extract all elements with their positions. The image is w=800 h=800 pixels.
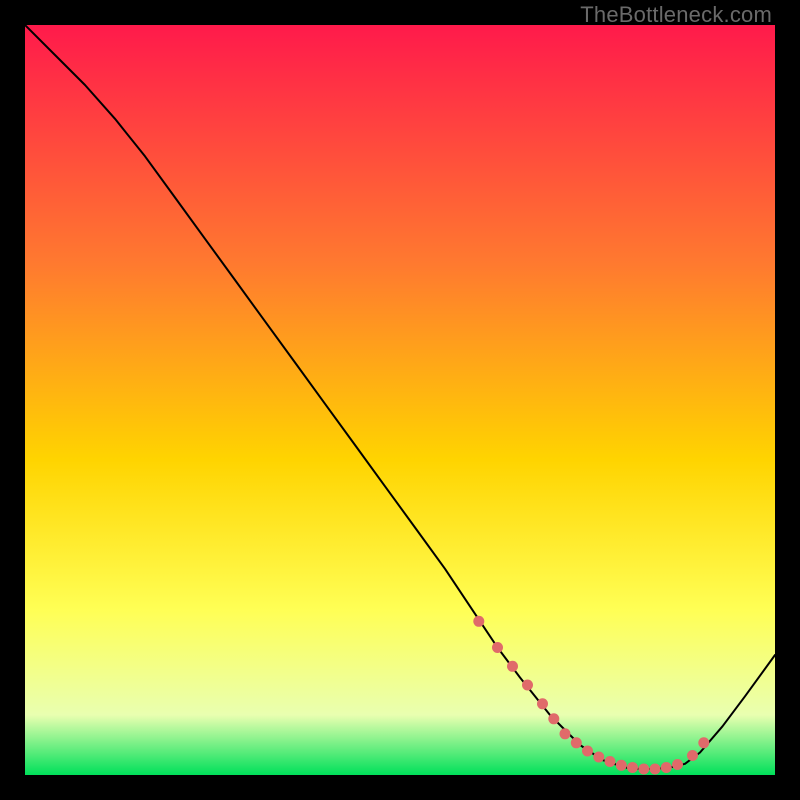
marker-dot [687,750,698,761]
marker-dot [537,698,548,709]
gradient-bg [25,25,775,775]
marker-dot [522,680,533,691]
marker-dot [638,764,649,775]
marker-dot [473,616,484,627]
marker-dot [698,737,709,748]
marker-dot [548,713,559,724]
marker-dot [593,752,604,763]
marker-dot [492,642,503,653]
marker-dot [571,737,582,748]
marker-dot [627,762,638,773]
marker-dot [672,759,683,770]
bottleneck-chart [25,25,775,775]
chart-frame [25,25,775,775]
marker-dot [650,764,661,775]
marker-dot [560,728,571,739]
marker-dot [661,762,672,773]
marker-dot [616,760,627,771]
watermark-text: TheBottleneck.com [580,2,772,28]
marker-dot [582,746,593,757]
marker-dot [507,661,518,672]
marker-dot [605,756,616,767]
